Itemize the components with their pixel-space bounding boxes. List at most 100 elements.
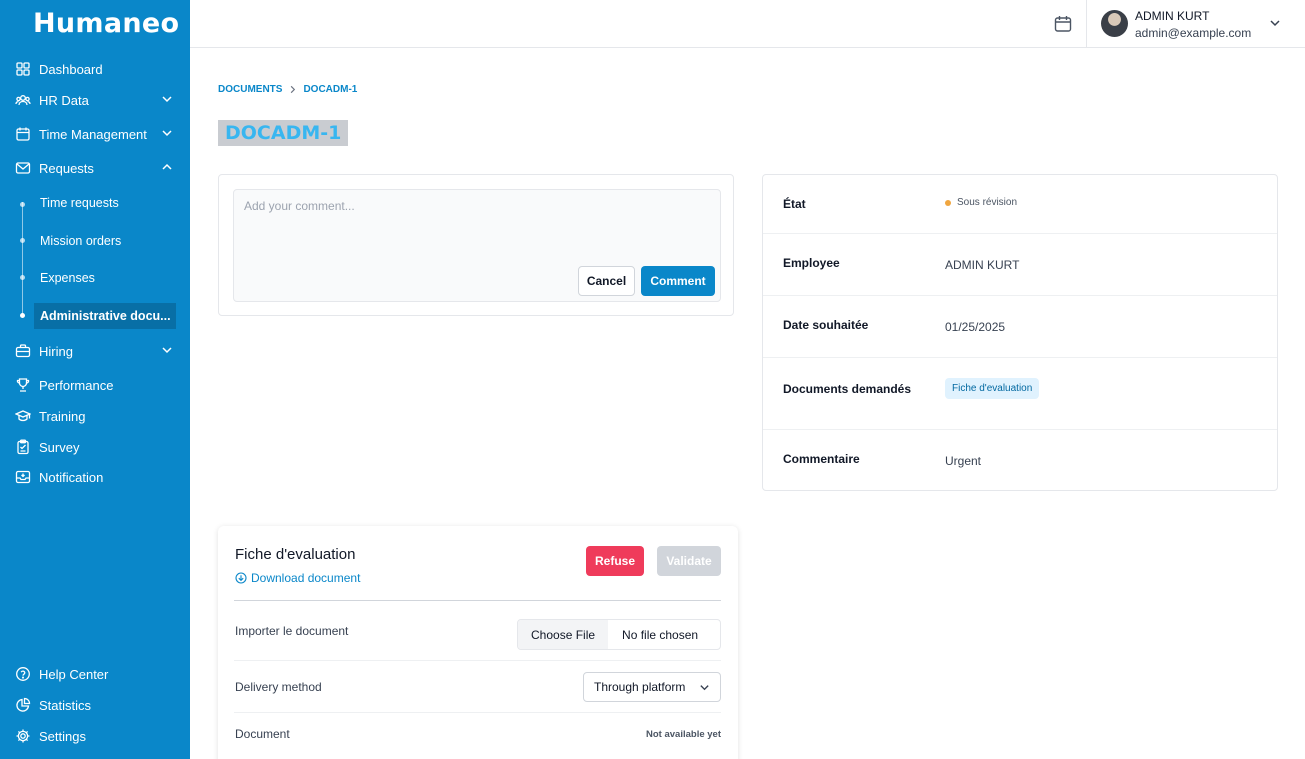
trophy-icon bbox=[15, 377, 31, 393]
sidebar-item-hr-data[interactable]: HR Data bbox=[0, 87, 190, 113]
comment-button[interactable]: Comment bbox=[641, 266, 715, 296]
comment-box: Cancel Comment bbox=[233, 189, 721, 302]
file-input[interactable]: Choose File No file chosen bbox=[517, 619, 721, 650]
chevron-down-icon bbox=[162, 347, 172, 354]
calendar-icon[interactable] bbox=[1053, 14, 1073, 34]
sidebar-item-time-management[interactable]: Time Management bbox=[0, 121, 190, 147]
sidebar-item-statistics[interactable]: Statistics bbox=[0, 692, 190, 718]
sidebar-item-label: Settings bbox=[39, 728, 86, 744]
detail-label: État bbox=[783, 197, 806, 211]
submenu-dot bbox=[20, 202, 25, 207]
sidebar-item-requests[interactable]: Requests bbox=[0, 155, 190, 181]
refuse-button[interactable]: Refuse bbox=[586, 546, 644, 576]
document-label: Document bbox=[235, 727, 290, 741]
breadcrumb-documents[interactable]: DOCUMENTS bbox=[218, 84, 282, 95]
sidebar: Humaneo Dashboard HR Data Time Managemen… bbox=[0, 0, 190, 759]
sidebar-item-label: Requests bbox=[39, 160, 94, 176]
document-pill: Fiche d'evaluation bbox=[945, 378, 1040, 399]
detail-label: Employee bbox=[783, 256, 840, 270]
import-label: Importer le document bbox=[235, 624, 349, 638]
breadcrumb: DOCUMENTS DOCADM-1 bbox=[218, 84, 357, 95]
choose-file-button[interactable]: Choose File bbox=[518, 620, 609, 649]
header-divider bbox=[1086, 0, 1087, 47]
cancel-button[interactable]: Cancel bbox=[578, 266, 635, 296]
sidebar-item-label: Hiring bbox=[39, 343, 73, 359]
inbox-icon bbox=[15, 469, 31, 485]
divider bbox=[234, 712, 721, 713]
document-status: Not available yet bbox=[646, 729, 721, 740]
sidebar-item-label: Help Center bbox=[39, 666, 109, 682]
sidebar-item-label: Time Management bbox=[39, 126, 147, 142]
sidebar-item-label: Survey bbox=[39, 439, 80, 455]
sidebar-item-survey[interactable]: Survey bbox=[0, 434, 190, 460]
page-title: DOCADM-1 bbox=[218, 120, 349, 146]
detail-label: Documents demandés bbox=[783, 382, 912, 396]
sidebar-item-label: Statistics bbox=[39, 697, 92, 713]
delivery-method-value: Through platform bbox=[594, 680, 686, 694]
sidebar-item-notification[interactable]: Notification bbox=[0, 464, 190, 490]
help-circle-icon bbox=[15, 666, 31, 682]
users-icon bbox=[15, 92, 31, 108]
sidebar-item-label: Performance bbox=[39, 377, 114, 393]
download-document-link[interactable]: Download document bbox=[235, 571, 360, 585]
detail-value: 01/25/2025 bbox=[945, 320, 1006, 334]
clipboard-icon bbox=[15, 439, 31, 455]
sidebar-item-performance[interactable]: Performance bbox=[0, 372, 190, 398]
avatar[interactable] bbox=[1101, 10, 1128, 37]
detail-row-etat: État Sous révision bbox=[763, 175, 1277, 234]
status-text: Sous révision bbox=[957, 197, 1018, 208]
submenu-dot bbox=[20, 238, 25, 243]
sidebar-subitem-expenses[interactable]: Expenses bbox=[34, 265, 176, 291]
comment-card: Cancel Comment bbox=[218, 174, 734, 316]
chevron-down-icon bbox=[162, 96, 172, 103]
divider bbox=[234, 660, 721, 661]
sidebar-item-training[interactable]: Training bbox=[0, 403, 190, 429]
status-badge: Sous révision bbox=[945, 197, 1017, 208]
sidebar-item-settings[interactable]: Settings bbox=[0, 723, 190, 749]
grid-icon bbox=[15, 61, 31, 77]
file-status: No file chosen bbox=[622, 627, 699, 642]
detail-row-employee: Employee ADMIN KURT bbox=[763, 234, 1277, 296]
user-name: ADMIN KURT bbox=[1135, 9, 1210, 23]
gear-icon bbox=[15, 728, 31, 744]
briefcase-icon bbox=[15, 343, 31, 359]
sidebar-item-help-center[interactable]: Help Center bbox=[0, 661, 190, 687]
status-dot bbox=[945, 199, 951, 206]
graduation-cap-icon bbox=[15, 408, 31, 424]
document-tag: Fiche d'evaluation bbox=[945, 378, 1040, 399]
download-label: Download document bbox=[251, 571, 361, 585]
sidebar-item-label: HR Data bbox=[39, 92, 89, 108]
detail-label: Commentaire bbox=[783, 452, 860, 466]
download-icon bbox=[235, 572, 247, 584]
user-email: admin@example.com bbox=[1135, 26, 1252, 40]
sidebar-subitem-mission-orders[interactable]: Mission orders bbox=[34, 228, 176, 254]
chevron-up-icon bbox=[162, 163, 172, 170]
sidebar-item-label: Training bbox=[39, 408, 86, 424]
submenu-line bbox=[22, 202, 23, 314]
chevron-down-icon bbox=[700, 685, 709, 691]
submenu-dot bbox=[20, 275, 25, 280]
sidebar-item-label: Dashboard bbox=[39, 61, 103, 77]
breadcrumb-current: DOCADM-1 bbox=[303, 84, 358, 95]
comment-input[interactable] bbox=[234, 190, 720, 260]
chevron-down-icon bbox=[162, 130, 172, 137]
sidebar-subitem-administrative-documents[interactable]: Administrative docu... bbox=[34, 303, 176, 329]
delivery-method-select[interactable]: Through platform bbox=[583, 672, 721, 702]
chevron-down-icon[interactable] bbox=[1269, 17, 1281, 29]
chevron-right-icon bbox=[291, 85, 296, 94]
detail-row-comment: Commentaire Urgent bbox=[763, 430, 1277, 490]
validate-button[interactable]: Validate bbox=[657, 546, 721, 576]
brand-logo[interactable]: Humaneo bbox=[33, 8, 179, 39]
document-title: Fiche d'evaluation bbox=[235, 546, 356, 563]
sidebar-item-hiring[interactable]: Hiring bbox=[0, 338, 190, 364]
calendar-icon bbox=[15, 126, 31, 142]
submenu-dot bbox=[20, 313, 25, 318]
details-card: État Sous révision Employee ADMIN KURT D… bbox=[762, 174, 1278, 491]
document-card: Fiche d'evaluation Download document Ref… bbox=[218, 526, 738, 759]
sidebar-subitem-time-requests[interactable]: Time requests bbox=[34, 190, 176, 216]
detail-row-documents: Documents demandés Fiche d'evaluation bbox=[763, 358, 1277, 430]
delivery-label: Delivery method bbox=[235, 680, 322, 694]
sidebar-item-dashboard[interactable]: Dashboard bbox=[0, 56, 190, 82]
pie-chart-icon bbox=[15, 697, 31, 713]
sidebar-item-label: Notification bbox=[39, 469, 104, 485]
